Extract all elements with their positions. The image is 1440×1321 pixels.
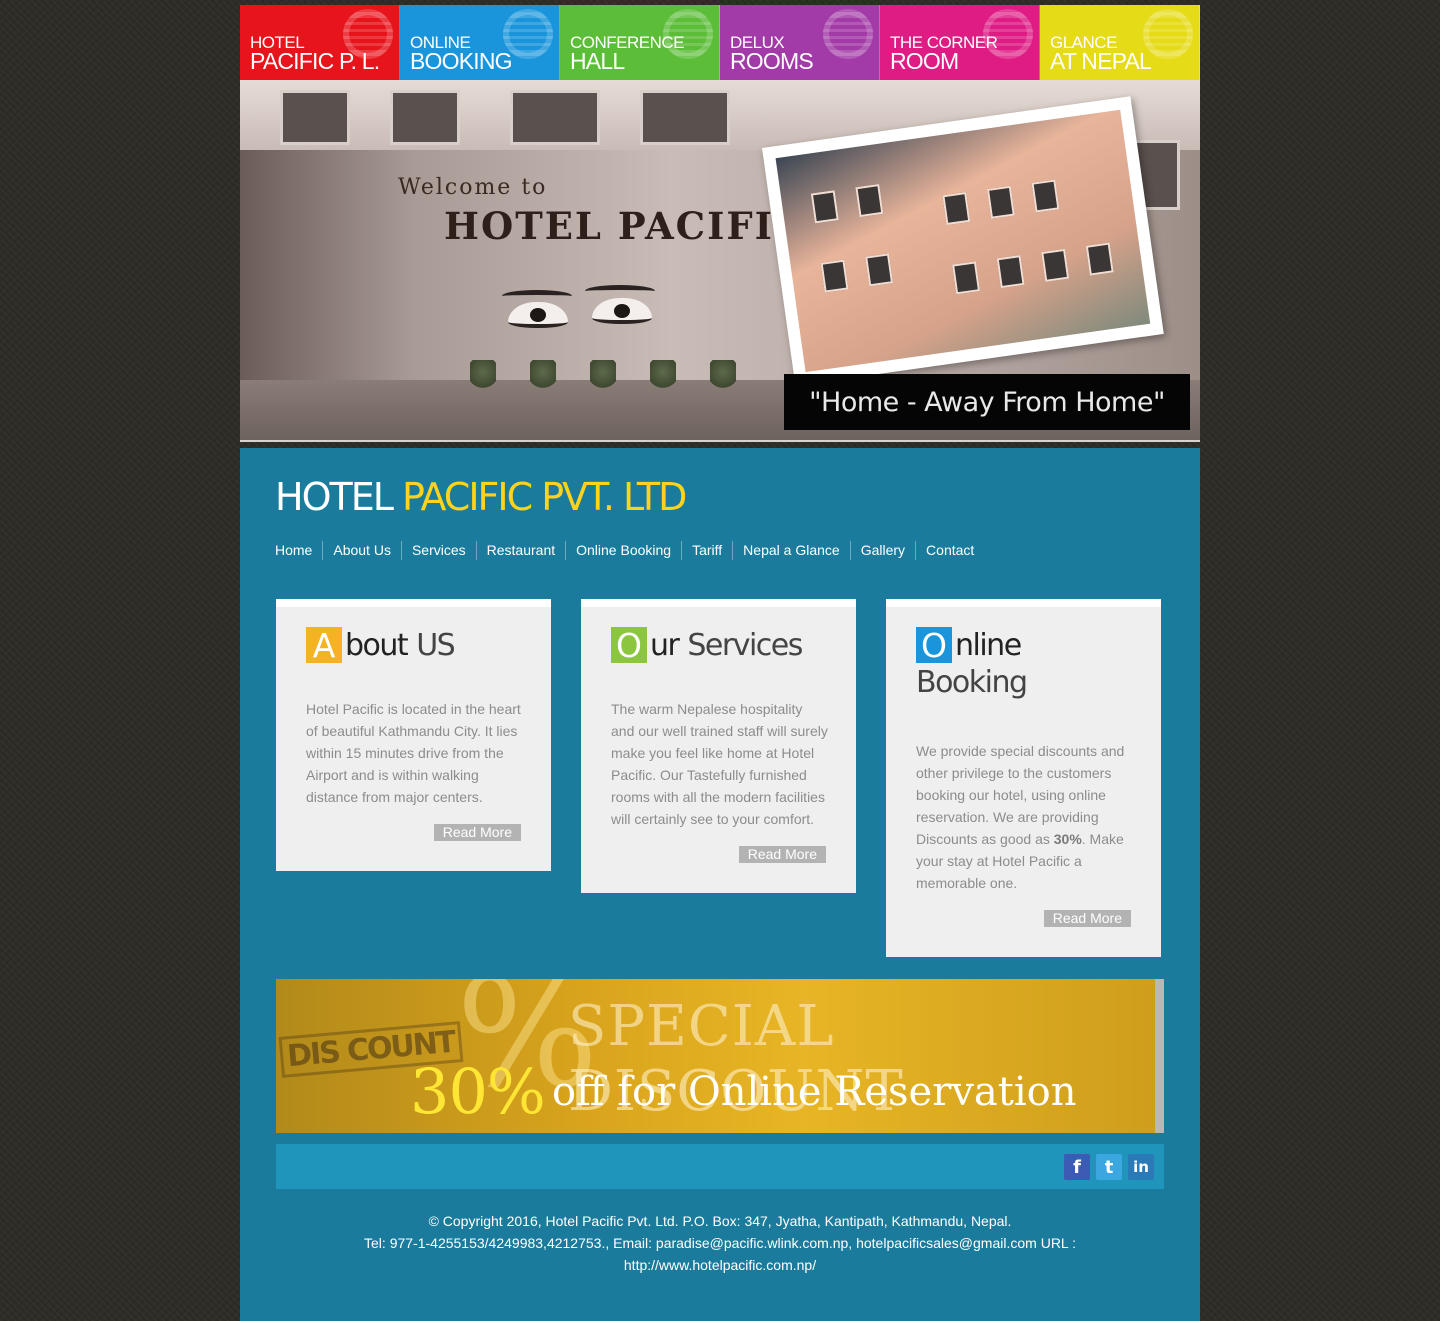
heading-capital-letter: O bbox=[611, 626, 647, 665]
tab-label-line2: AT NEPAL bbox=[1050, 48, 1152, 74]
our-services-heading: O ur Services bbox=[611, 626, 803, 665]
top-tab-pacific-p-l[interactable]: HOTEL PACIFIC P. L. bbox=[240, 5, 400, 80]
plant-image bbox=[590, 360, 616, 390]
tab-emblem-icon bbox=[823, 9, 873, 59]
banner-tagline: "Home - Away From Home" bbox=[784, 374, 1190, 430]
nav-link-contact[interactable]: Contact bbox=[915, 541, 984, 560]
site-logo[interactable]: HOTEL PACIFIC PVT. LTD bbox=[275, 475, 687, 519]
about-us-text: Hotel Pacific is located in the heart of… bbox=[306, 701, 521, 805]
about-us-box: A bout US Hotel Pacific is located in th… bbox=[276, 599, 551, 871]
facebook-icon[interactable]: f bbox=[1064, 1154, 1090, 1180]
logo-text-hotel: HOTEL bbox=[275, 475, 394, 519]
services-read-more-button[interactable]: Read More bbox=[738, 846, 826, 863]
nav-link-restaurant[interactable]: Restaurant bbox=[475, 541, 565, 560]
nav-link-gallery[interactable]: Gallery bbox=[849, 541, 915, 560]
about-read-more-button[interactable]: Read More bbox=[433, 824, 521, 841]
plant-image bbox=[470, 360, 496, 390]
heading-bold-part: ur bbox=[650, 627, 680, 663]
online-booking-box: O nline Booking We provide special disco… bbox=[886, 599, 1161, 957]
buddha-brow-right bbox=[585, 285, 655, 297]
plant-image bbox=[530, 360, 556, 390]
heading-light-part: US bbox=[416, 627, 456, 663]
tab-label-line2: BOOKING bbox=[410, 48, 513, 74]
booking-read-more-button[interactable]: Read More bbox=[1043, 910, 1131, 927]
top-tab-room[interactable]: THE CORNER ROOM bbox=[880, 5, 1040, 80]
top-tab-at-nepal[interactable]: GLANCE AT NEPAL bbox=[1040, 5, 1200, 80]
our-services-text: The warm Nepalese hospitality and our we… bbox=[611, 701, 828, 827]
banner-window bbox=[640, 90, 730, 145]
hero-banner: Welcome to HOTEL PACIFIC "Home - Away Fr… bbox=[240, 80, 1200, 440]
main-content: HOTEL PACIFIC PVT. LTD Home About Us Servi… bbox=[240, 448, 1200, 1321]
nav-link-home[interactable]: Home bbox=[275, 541, 322, 560]
tab-label-line2: HALL bbox=[570, 48, 625, 74]
online-booking-heading: O nline Booking bbox=[916, 626, 1028, 700]
heading-capital-letter: A bbox=[306, 626, 342, 665]
banner-hotel-name: HOTEL PACIFIC bbox=[444, 204, 806, 248]
top-tabs: HOTEL PACIFIC P. L. ONLINE BOOKING CONFERENC… bbox=[240, 5, 1200, 80]
footer-contact: Tel: 977-1-4255153/4249983,4212753., Ema… bbox=[364, 1235, 1076, 1273]
page-wrapper: HOTEL PACIFIC P. L. ONLINE BOOKING CONFERENC… bbox=[240, 0, 1200, 1321]
logo-text-pacific: PACIFIC PVT. LTD bbox=[401, 475, 687, 519]
nav-link-online-booking[interactable]: Online Booking bbox=[565, 541, 681, 560]
main-nav: Home About Us Services Restaurant Online Boo… bbox=[275, 541, 984, 560]
footer-copyright: © Copyright 2016, Hotel Pacific Pvt. Ltd… bbox=[428, 1213, 1012, 1229]
nav-link-nepal-a-glance[interactable]: Nepal a Glance bbox=[732, 541, 850, 560]
heading-bold-part: nline bbox=[955, 627, 1022, 663]
heading-capital-letter: O bbox=[916, 626, 952, 665]
social-bar: f t in bbox=[276, 1144, 1164, 1189]
heading-light-part: Booking bbox=[916, 665, 1028, 700]
tab-label-line2: ROOM bbox=[890, 48, 959, 74]
banner-window bbox=[280, 90, 350, 145]
discount-offer-text: off for Online Reservation bbox=[552, 1069, 1077, 1115]
twitter-icon[interactable]: t bbox=[1096, 1154, 1122, 1180]
heading-light-part: Services bbox=[687, 627, 803, 663]
footer: © Copyright 2016, Hotel Pacific Pvt. Ltd… bbox=[240, 1210, 1200, 1276]
special-discount-banner[interactable]: DIS COUNT % SPECIAL DISCOUNT 30% off for… bbox=[276, 979, 1164, 1133]
buddha-eye-left bbox=[508, 302, 568, 328]
top-tab-hall[interactable]: CONFERENCE HALL bbox=[560, 5, 720, 80]
plant-image bbox=[710, 360, 736, 390]
banner-window bbox=[510, 90, 600, 145]
linkedin-icon[interactable]: in bbox=[1128, 1154, 1154, 1180]
heading-bold-part: bout bbox=[345, 627, 409, 663]
tab-label-line2: ROOMS bbox=[730, 48, 814, 74]
top-tab-booking[interactable]: ONLINE BOOKING bbox=[400, 5, 560, 80]
plant-image bbox=[650, 360, 676, 390]
welcome-text: Welcome to bbox=[398, 175, 548, 200]
about-us-heading: A bout US bbox=[306, 626, 456, 665]
hotel-courtyard-photo bbox=[762, 96, 1164, 386]
buddha-eye-right bbox=[592, 298, 652, 324]
nav-link-about-us[interactable]: About Us bbox=[322, 541, 401, 560]
nav-link-tariff[interactable]: Tariff bbox=[681, 541, 732, 560]
our-services-box: O ur Services The warm Nepalese hospital… bbox=[581, 599, 856, 893]
online-booking-text: We provide special discounts and other p… bbox=[916, 740, 1131, 894]
banner-window bbox=[390, 90, 460, 145]
banner-divider bbox=[240, 440, 1200, 442]
discount-percent: 30% bbox=[1053, 831, 1082, 847]
discount-percent-large: 30% bbox=[410, 1055, 546, 1128]
tab-label-line2: PACIFIC P. L. bbox=[250, 48, 380, 74]
nav-link-services[interactable]: Services bbox=[400, 541, 476, 560]
buddha-brow-left bbox=[502, 290, 572, 302]
top-tab-rooms[interactable]: DELUX ROOMS bbox=[720, 5, 880, 80]
